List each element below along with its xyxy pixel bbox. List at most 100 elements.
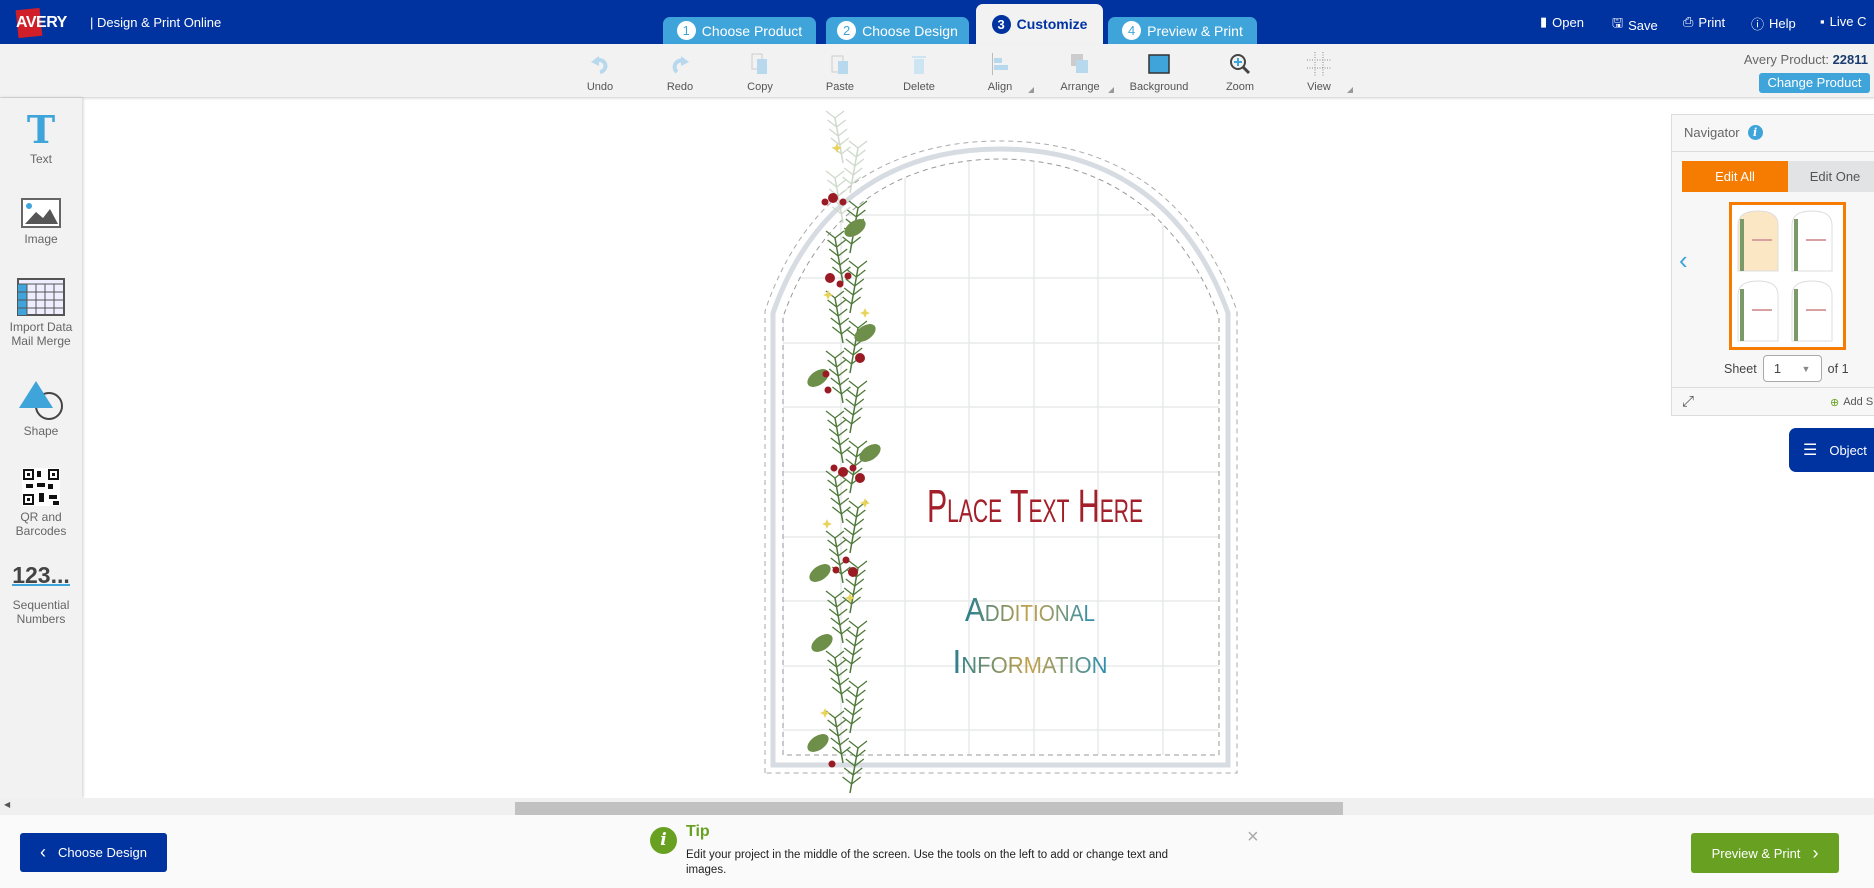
label-line2-text[interactable]: Information	[953, 643, 1108, 680]
edit-one-button[interactable]: Edit One	[1788, 161, 1874, 192]
berry	[855, 353, 865, 363]
qr-code-icon	[0, 468, 82, 506]
tip-text: Edit your project in the middle of the s…	[686, 849, 1169, 876]
tab-choose-product[interactable]: 1 Choose Product	[663, 17, 816, 44]
berry	[849, 464, 857, 472]
chevron-down-icon: ▼	[1801, 363, 1811, 374]
avery-product-number: Avery Product: 22811	[1743, 52, 1868, 67]
sheet-label: Sheet	[1724, 361, 1757, 376]
needle	[825, 110, 845, 119]
trash-icon	[881, 52, 957, 76]
change-product-button[interactable]: Change Product	[1759, 73, 1870, 93]
sidebar-item-image[interactable]: Image	[0, 198, 82, 246]
info-icon[interactable]: i	[1747, 125, 1763, 140]
navigator-title: Navigator	[1684, 125, 1740, 140]
sheet-select[interactable]: 1 ▼	[1762, 355, 1822, 382]
sidebar-item-shape[interactable]: Shape	[0, 380, 82, 438]
dropdown-arrow-icon	[1347, 87, 1353, 93]
tab-preview-print[interactable]: 4 Preview & Print	[1108, 17, 1257, 44]
help-link[interactable]: ⓘ Help	[1751, 14, 1796, 33]
berry	[821, 198, 829, 206]
sidebar-item-text[interactable]: T Text	[0, 107, 82, 167]
background-icon	[1121, 52, 1197, 76]
chat-icon: ▪	[1820, 14, 1825, 29]
open-icon: ▮	[1540, 14, 1548, 29]
berry	[832, 566, 840, 574]
needle	[825, 170, 845, 179]
grid-icon	[1281, 52, 1357, 76]
undo-icon	[562, 52, 638, 76]
delete-button[interactable]: Delete	[881, 52, 957, 93]
image-icon	[0, 198, 82, 228]
add-sheet-icon: ⊕	[1830, 397, 1840, 409]
print-link[interactable]: ⎙ Print	[1683, 14, 1725, 30]
sheet-count: of 1	[1827, 361, 1849, 376]
label-line1-text[interactable]: Additional	[965, 591, 1095, 628]
edit-all-button[interactable]: Edit All	[1682, 161, 1788, 192]
berry	[825, 273, 835, 283]
objects-panel-button[interactable]: ☰ Object	[1789, 428, 1874, 472]
tip-title: Tip	[686, 823, 710, 840]
scrollbar-thumb[interactable]	[515, 802, 1343, 815]
berry	[824, 386, 832, 394]
live-chat-link[interactable]: ▪ Live C	[1820, 14, 1866, 29]
expand-icon[interactable]: ⤢	[1682, 393, 1694, 410]
needle	[848, 140, 868, 149]
dropdown-arrow-icon	[1108, 87, 1114, 93]
view-button[interactable]: View	[1281, 52, 1357, 93]
sidebar-item-sequential-numbers[interactable]: 123... Sequential Numbers	[0, 562, 82, 626]
avery-logo[interactable]: AVERY	[14, 7, 86, 39]
tab-choose-design[interactable]: 2 Choose Design	[826, 17, 969, 44]
help-icon: ⓘ	[1751, 17, 1765, 32]
layers-icon: ☰	[1803, 442, 1818, 459]
berry	[839, 198, 847, 206]
berry	[842, 556, 850, 564]
arrange-icon	[1042, 52, 1118, 76]
zoom-button[interactable]: Zoom	[1202, 52, 1278, 93]
add-sheet-button[interactable]: ⊕ Add S	[1830, 396, 1873, 409]
label-title-text[interactable]: Place Text Here	[927, 480, 1143, 532]
berry	[828, 760, 836, 768]
align-button[interactable]: Align	[962, 52, 1038, 93]
berry	[822, 370, 830, 378]
copy-button[interactable]: Copy	[722, 52, 798, 93]
top-header: AVERY | Design & Print Online 1 Choose Pr…	[0, 0, 1874, 44]
tab-customize[interactable]: 3 Customize	[976, 4, 1103, 44]
text-icon: T	[26, 107, 56, 152]
chevron-left-icon[interactable]: ‹	[1679, 245, 1688, 276]
navigator-panel: Navigator i Edit All Edit One ‹ Sheet 1 ▼ of…	[1671, 114, 1874, 416]
tip-info-icon: i	[650, 827, 677, 854]
preview-print-button[interactable]: Preview & Print ›	[1691, 833, 1839, 873]
dropdown-arrow-icon	[1028, 87, 1034, 93]
align-icon	[962, 52, 1038, 76]
sheet-thumbnail[interactable]	[1729, 202, 1846, 350]
sequential-numbers-icon: 123...	[12, 562, 70, 588]
label-canvas[interactable]: Place Text Here Additional Information	[740, 98, 1260, 798]
open-link[interactable]: ▮ Open	[1540, 14, 1584, 30]
toolbar: Undo Redo Copy Paste Delete Align Arrang…	[0, 44, 1874, 98]
redo-button[interactable]: Redo	[642, 52, 718, 93]
close-icon[interactable]: ×	[1247, 826, 1259, 849]
choose-design-button[interactable]: ‹ Choose Design	[20, 833, 167, 872]
spreadsheet-icon	[0, 278, 82, 316]
sidebar-item-qr-barcodes[interactable]: QR and Barcodes	[0, 468, 82, 538]
redo-icon	[642, 52, 718, 76]
divider	[1672, 151, 1874, 152]
shape-icon	[0, 380, 82, 420]
chevron-right-icon: ›	[1812, 842, 1819, 863]
berry	[848, 567, 858, 577]
berry	[836, 280, 844, 288]
sidebar-item-import-data[interactable]: Import Data Mail Merge	[0, 278, 82, 348]
arrange-button[interactable]: Arrange	[1042, 52, 1118, 93]
paste-button[interactable]: Paste	[802, 52, 878, 93]
chevron-left-icon: ‹	[40, 842, 47, 862]
berry	[844, 272, 852, 280]
scroll-left-icon[interactable]: ◀	[4, 800, 10, 809]
print-icon: ⎙	[1683, 14, 1694, 29]
undo-button[interactable]: Undo	[562, 52, 638, 93]
paste-icon	[802, 52, 878, 76]
app-title: | Design & Print Online	[90, 15, 222, 30]
save-link[interactable]: 🖫 Save	[1612, 14, 1658, 36]
left-sidebar: T Text Image Import Data Mail Merge Shape…	[0, 98, 82, 798]
background-button[interactable]: Background	[1121, 52, 1197, 93]
